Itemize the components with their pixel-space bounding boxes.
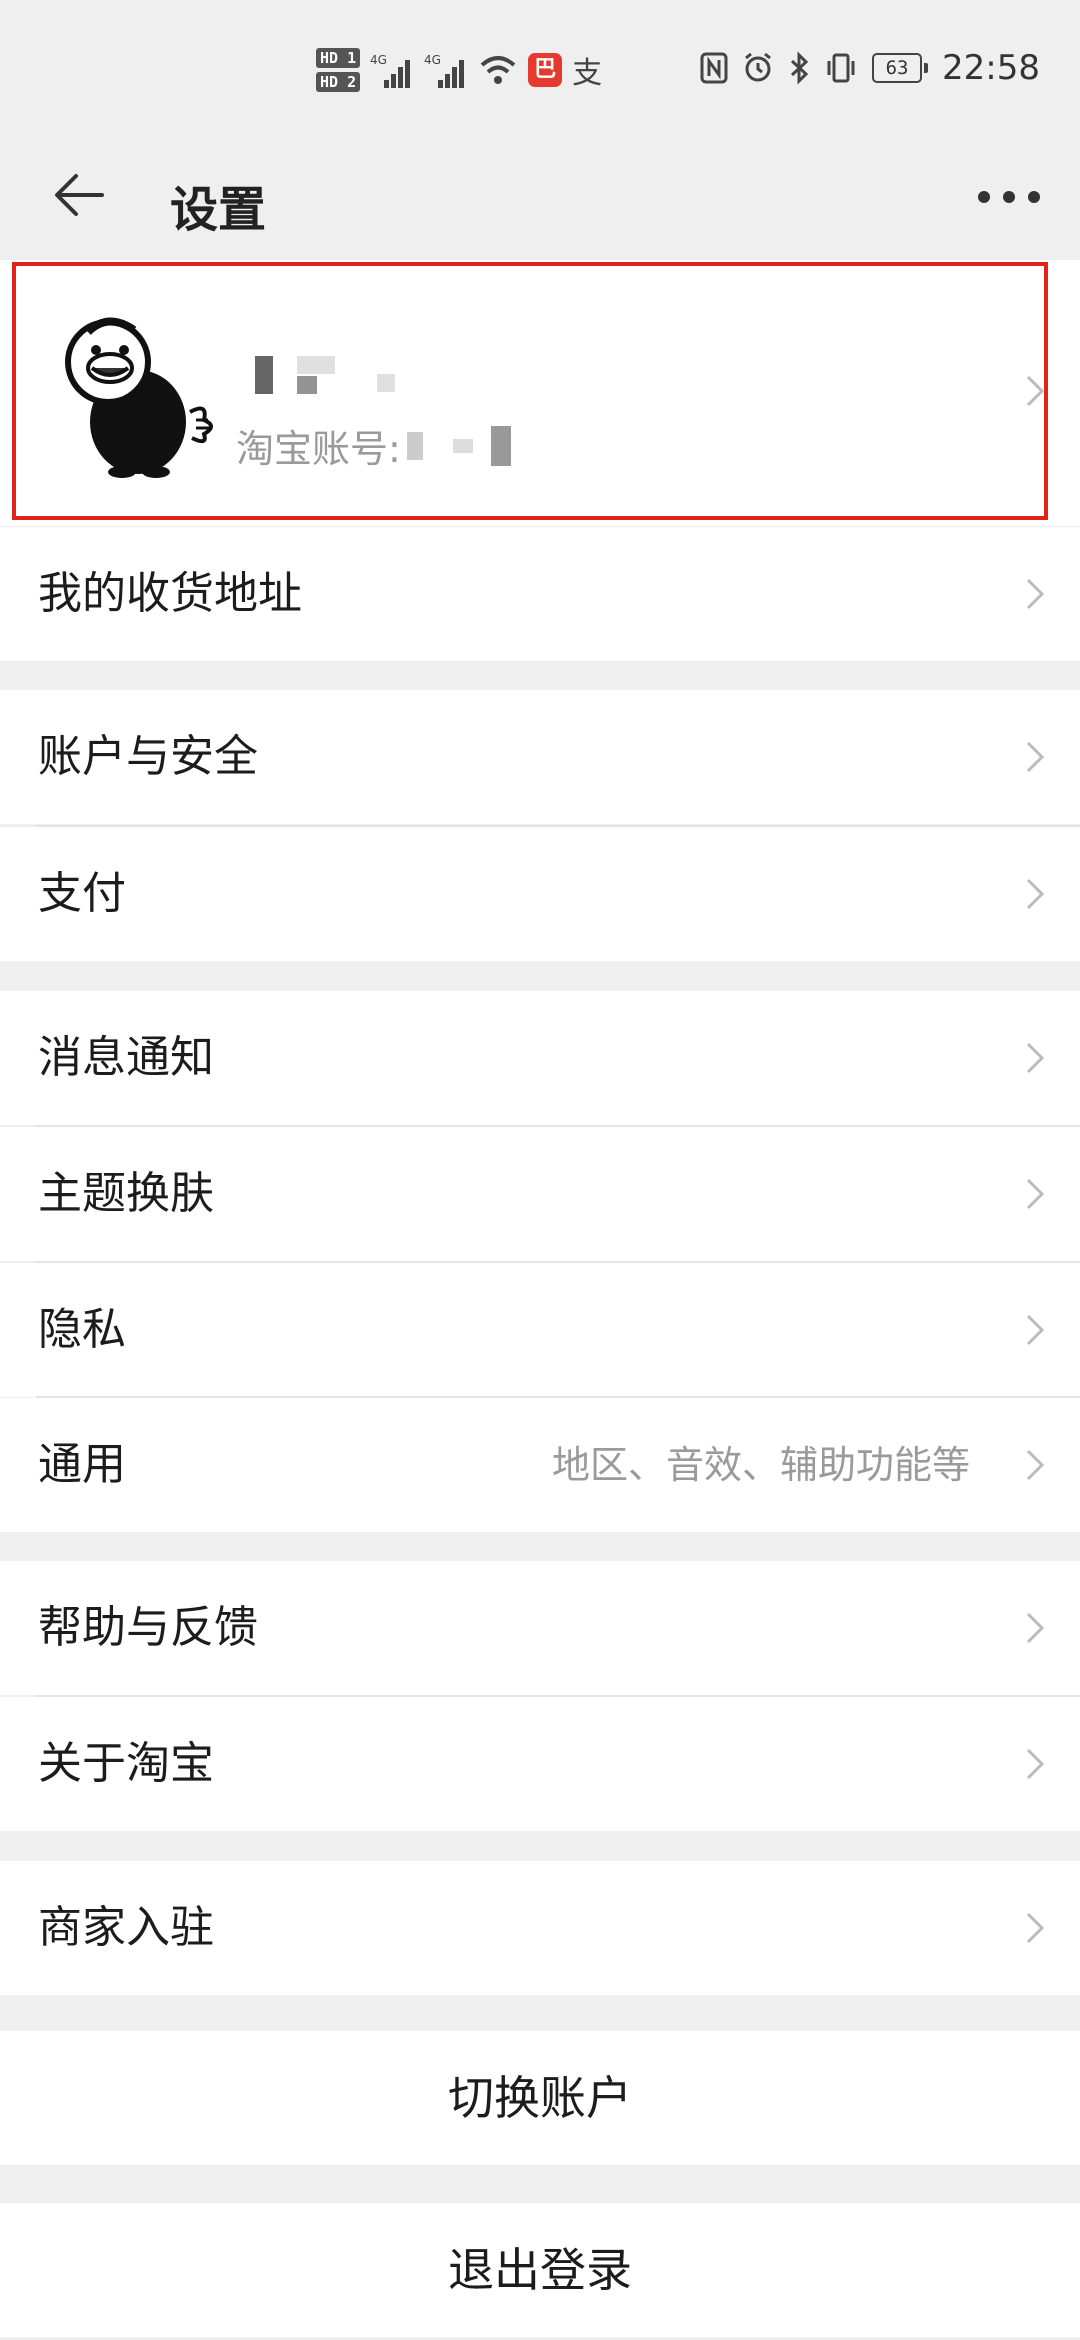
signal-icon: 4G xyxy=(370,53,411,88)
menu-item-merchant[interactable]: 商家入驻 xyxy=(0,1861,1080,1995)
menu-item-hint: 地区、音效、辅助功能等 xyxy=(551,1443,970,1487)
chevron-right-icon xyxy=(1026,878,1045,910)
svg-text:4G: 4G xyxy=(424,53,441,67)
menu-item-label: 主题换肤 xyxy=(38,1168,214,1219)
nfc-icon xyxy=(700,52,728,84)
account-id-redacted xyxy=(452,438,473,453)
bluetooth-icon xyxy=(790,51,809,85)
chevron-right-icon xyxy=(1026,375,1045,407)
logout-label: 退出登录 xyxy=(448,2243,632,2297)
alipay-notification-icon: 支 xyxy=(572,56,603,91)
menu-item-privacy[interactable]: 隐私 xyxy=(0,1263,1080,1397)
chevron-right-icon xyxy=(1026,1912,1045,1944)
svg-text:4G: 4G xyxy=(370,53,387,67)
menu-item-label: 我的收货地址 xyxy=(38,568,302,619)
signal-icon: 4G xyxy=(424,53,465,88)
page-title: 设置 xyxy=(170,182,267,238)
menu-item-payment[interactable]: 支付 xyxy=(0,827,1080,961)
menu-item-help-feedback[interactable]: 帮助与反馈 xyxy=(0,1561,1080,1695)
menu-item-label: 商家入驻 xyxy=(38,1902,214,1953)
menu-item-label: 支付 xyxy=(38,868,126,919)
chevron-right-icon xyxy=(1026,741,1045,773)
account-id-redacted xyxy=(490,425,511,466)
status-bar-right: 63 22:58 xyxy=(700,48,1040,88)
chevron-right-icon xyxy=(1026,1612,1045,1644)
menu-item-label: 关于淘宝 xyxy=(38,1738,214,1789)
avatar xyxy=(65,317,213,478)
menu-item-label: 消息通知 xyxy=(38,1032,214,1083)
account-id-redacted xyxy=(406,431,423,460)
hd1-badge: HD 1 xyxy=(316,48,361,68)
status-bar-left: HD 1 HD 2 4G 4G 巴 支 xyxy=(316,48,602,92)
clock: 22:58 xyxy=(942,48,1040,88)
menu-item-label: 通用 xyxy=(38,1439,126,1490)
more-options-icon[interactable] xyxy=(974,182,1044,212)
menu-item-theme[interactable]: 主题换肤 xyxy=(0,1127,1080,1261)
menu-item-account-security[interactable]: 账户与安全 xyxy=(0,690,1080,824)
app-bar: 设置 xyxy=(0,130,1080,260)
profile-name-redacted xyxy=(255,356,415,400)
status-bar: HD 1 HD 2 4G 4G 巴 支 63 22:58 xyxy=(0,0,1080,130)
menu-item-about[interactable]: 关于淘宝 xyxy=(0,1697,1080,1831)
menu-item-label: 帮助与反馈 xyxy=(38,1602,258,1653)
menu-item-address[interactable]: 我的收货地址 xyxy=(0,527,1080,661)
menu-item-general[interactable]: 通用 地区、音效、辅助功能等 xyxy=(0,1398,1080,1532)
battery-icon: 63 xyxy=(872,53,929,83)
menu-item-notifications[interactable]: 消息通知 xyxy=(0,991,1080,1125)
chevron-right-icon xyxy=(1026,578,1045,610)
hd-indicators: HD 1 HD 2 xyxy=(316,48,361,92)
wifi-icon xyxy=(480,56,516,84)
profile-account-id: 淘宝账号: xyxy=(236,418,511,473)
chevron-right-icon xyxy=(1026,1042,1045,1074)
account-id-label: 淘宝账号: xyxy=(236,427,401,471)
chevron-right-icon xyxy=(1026,1748,1045,1780)
alarm-icon xyxy=(745,52,771,82)
logout-button[interactable]: 退出登录 xyxy=(0,2203,1080,2337)
hd2-badge: HD 2 xyxy=(316,72,361,92)
menu-item-label: 隐私 xyxy=(38,1304,126,1355)
profile-card[interactable]: 淘宝账号: xyxy=(0,260,1080,526)
back-arrow-icon[interactable] xyxy=(52,170,108,220)
switch-account-button[interactable]: 切换账户 xyxy=(0,2031,1080,2165)
taobao-app-notification-icon: 巴 xyxy=(528,53,563,87)
switch-account-label: 切换账户 xyxy=(448,2071,632,2125)
menu-item-label: 账户与安全 xyxy=(38,731,258,782)
chevron-right-icon xyxy=(1026,1449,1045,1481)
vibrate-icon xyxy=(827,53,855,83)
chevron-right-icon xyxy=(1026,1314,1045,1346)
chevron-right-icon xyxy=(1026,1178,1045,1210)
